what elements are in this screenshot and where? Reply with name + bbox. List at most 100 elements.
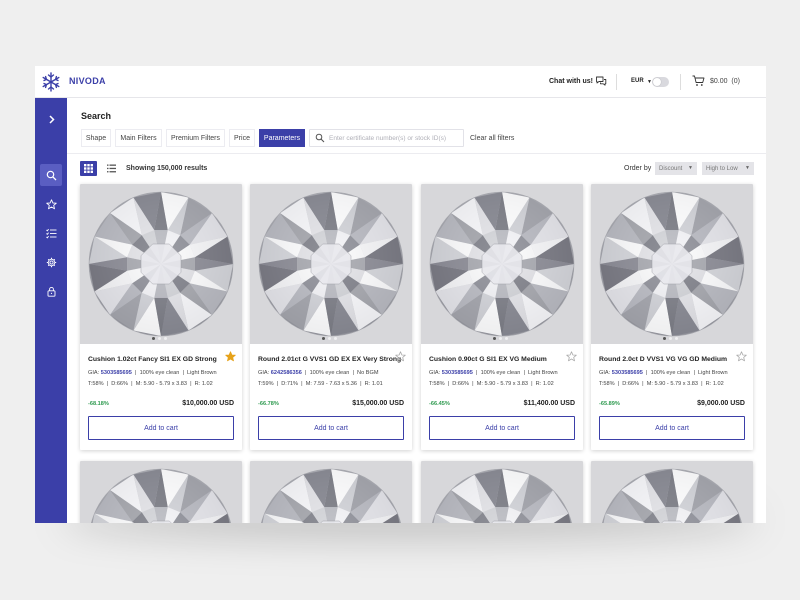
product-image[interactable] [421, 184, 583, 344]
product-spec-line-2: T:58% | D:66% | M: 5.90 - 5.79 x 3.83 | … [599, 381, 724, 387]
sidebar [35, 98, 67, 523]
measurements: M: 7.59 - 7.63 x 5.36 [305, 381, 357, 387]
order-field-value: Discount [659, 165, 683, 172]
product-card[interactable] [421, 461, 583, 523]
discount-value: -66.78% [258, 401, 279, 407]
product-card[interactable]: Cushion 0.90ct G SI1 EX VG Medium GIA: 53… [421, 184, 583, 450]
tab-main-filters[interactable]: Main Filters [115, 129, 162, 147]
add-to-cart-button[interactable]: Add to cart [88, 416, 234, 440]
gia-number[interactable]: 6242586356 [271, 370, 302, 376]
chat-link[interactable]: Chat with us! [549, 78, 593, 85]
cart-summary[interactable]: $0.00 (0) [710, 78, 740, 85]
favorite-star-icon[interactable] [566, 351, 577, 362]
product-card[interactable] [250, 461, 412, 523]
favorite-star-icon[interactable] [225, 351, 236, 362]
certificate-search [309, 129, 464, 147]
tab-parameters[interactable]: Parameters [259, 129, 305, 147]
product-title[interactable]: Cushion 0.90ct G SI1 EX VG Medium [429, 356, 564, 363]
product-card[interactable]: Cushion 1.02ct Fancy SI1 EX GD Strong GIA… [80, 184, 242, 450]
product-card[interactable] [591, 461, 753, 523]
snowflake-logo-icon[interactable] [41, 72, 61, 92]
carousel-dot[interactable] [493, 337, 496, 340]
cart-count: (0) [731, 78, 740, 85]
product-image[interactable] [250, 184, 412, 344]
carousel-dot[interactable] [675, 337, 678, 340]
product-image[interactable] [80, 184, 242, 344]
favorite-star-icon[interactable] [736, 351, 747, 362]
sidebar-item-search[interactable] [40, 164, 62, 186]
carousel-dot[interactable] [164, 337, 167, 340]
product-card[interactable] [80, 461, 242, 523]
add-to-cart-button[interactable]: Add to cart [429, 416, 575, 440]
section-divider [67, 153, 766, 154]
order-field-select[interactable]: Discount ▼ [655, 162, 697, 175]
image-carousel-dots[interactable] [493, 337, 508, 340]
tint: Light Brown [698, 370, 728, 376]
header-divider [616, 74, 617, 90]
product-card[interactable]: Round 2.0ct D VVS1 VG VG GD Medium GIA: 5… [591, 184, 753, 450]
table-pct: T:58% [599, 381, 615, 387]
carousel-dot[interactable] [663, 337, 666, 340]
list-view-button[interactable] [104, 161, 119, 176]
ratio: R: 1.02 [194, 381, 213, 387]
sidebar-item-favorites[interactable] [40, 193, 62, 215]
carousel-dot[interactable] [334, 337, 337, 340]
app-window: NIVODA Chat with us! EUR ▼ $0.00 (0) Sea… [35, 66, 766, 523]
favorite-star-icon[interactable] [395, 351, 406, 362]
sidebar-expand-button[interactable] [40, 108, 62, 130]
product-image[interactable] [591, 184, 753, 344]
image-carousel-dots[interactable] [152, 337, 167, 340]
tab-price[interactable]: Price [229, 129, 255, 147]
search-icon [315, 133, 325, 143]
product-spec-line-2: T:58% | D:66% | M: 5.90 - 5.79 x 3.83 | … [429, 381, 554, 387]
product-image[interactable] [421, 461, 583, 523]
price-value: $11,400.00 USD [523, 400, 575, 407]
order-direction-select[interactable]: High to Low ▼ [702, 162, 754, 175]
product-spec-line-2: T:59% | D:71% | M: 7.59 - 7.63 x 5.36 | … [258, 381, 383, 387]
product-title[interactable]: Round 2.0ct D VVS1 VG VG GD Medium [599, 356, 734, 363]
product-card[interactable]: Round 2.01ct G VVS1 GD EX EX Very Strong… [250, 184, 412, 450]
sidebar-item-lists[interactable] [40, 222, 62, 244]
gia-number[interactable]: 5303585695 [101, 370, 132, 376]
product-spec-line-2: T:58% | D:66% | M: 5.90 - 5.79 x 3.83 | … [88, 381, 213, 387]
page-title: Search [81, 111, 112, 121]
image-carousel-dots[interactable] [663, 337, 678, 340]
product-image[interactable] [80, 461, 242, 523]
carousel-dot[interactable] [505, 337, 508, 340]
sidebar-item-security[interactable] [40, 280, 62, 302]
cart-icon[interactable] [692, 75, 705, 87]
product-title[interactable]: Round 2.01ct G VVS1 GD EX EX Very Strong [258, 356, 401, 363]
image-carousel-dots[interactable] [322, 337, 337, 340]
gia-number[interactable]: 5303585695 [612, 370, 643, 376]
search-input[interactable] [329, 132, 461, 144]
gia-number[interactable]: 5303585695 [442, 370, 473, 376]
carousel-dot[interactable] [499, 337, 502, 340]
grid-icon [84, 164, 93, 173]
clarity-note: 100% eye clean [480, 370, 521, 376]
currency-select[interactable]: EUR [631, 78, 644, 84]
carousel-dot[interactable] [669, 337, 672, 340]
add-to-cart-button[interactable]: Add to cart [258, 416, 404, 440]
tab-shape[interactable]: Shape [81, 129, 111, 147]
discount-value: -66.45% [429, 401, 450, 407]
clear-filters-link[interactable]: Clear all filters [470, 135, 514, 142]
checklist-icon [45, 228, 56, 238]
grid-view-button[interactable] [80, 161, 97, 176]
add-to-cart-button[interactable]: Add to cart [599, 416, 745, 440]
product-image[interactable] [250, 461, 412, 523]
product-title[interactable]: Cushion 1.02ct Fancy SI1 EX GD Strong [88, 356, 223, 363]
chat-icon[interactable] [595, 75, 607, 87]
gia-label: GIA: [258, 370, 270, 376]
gear-icon [46, 257, 56, 267]
currency-toggle[interactable] [652, 77, 669, 87]
brand-name: NIVODA [69, 76, 106, 86]
tab-premium-filters[interactable]: Premium Filters [166, 129, 225, 147]
carousel-dot[interactable] [152, 337, 155, 340]
carousel-dot[interactable] [158, 337, 161, 340]
ratio: R: 1.01 [364, 381, 383, 387]
sidebar-item-settings[interactable] [40, 251, 62, 273]
tint: Light Brown [187, 370, 217, 376]
carousel-dot[interactable] [322, 337, 325, 340]
carousel-dot[interactable] [328, 337, 331, 340]
product-image[interactable] [591, 461, 753, 523]
